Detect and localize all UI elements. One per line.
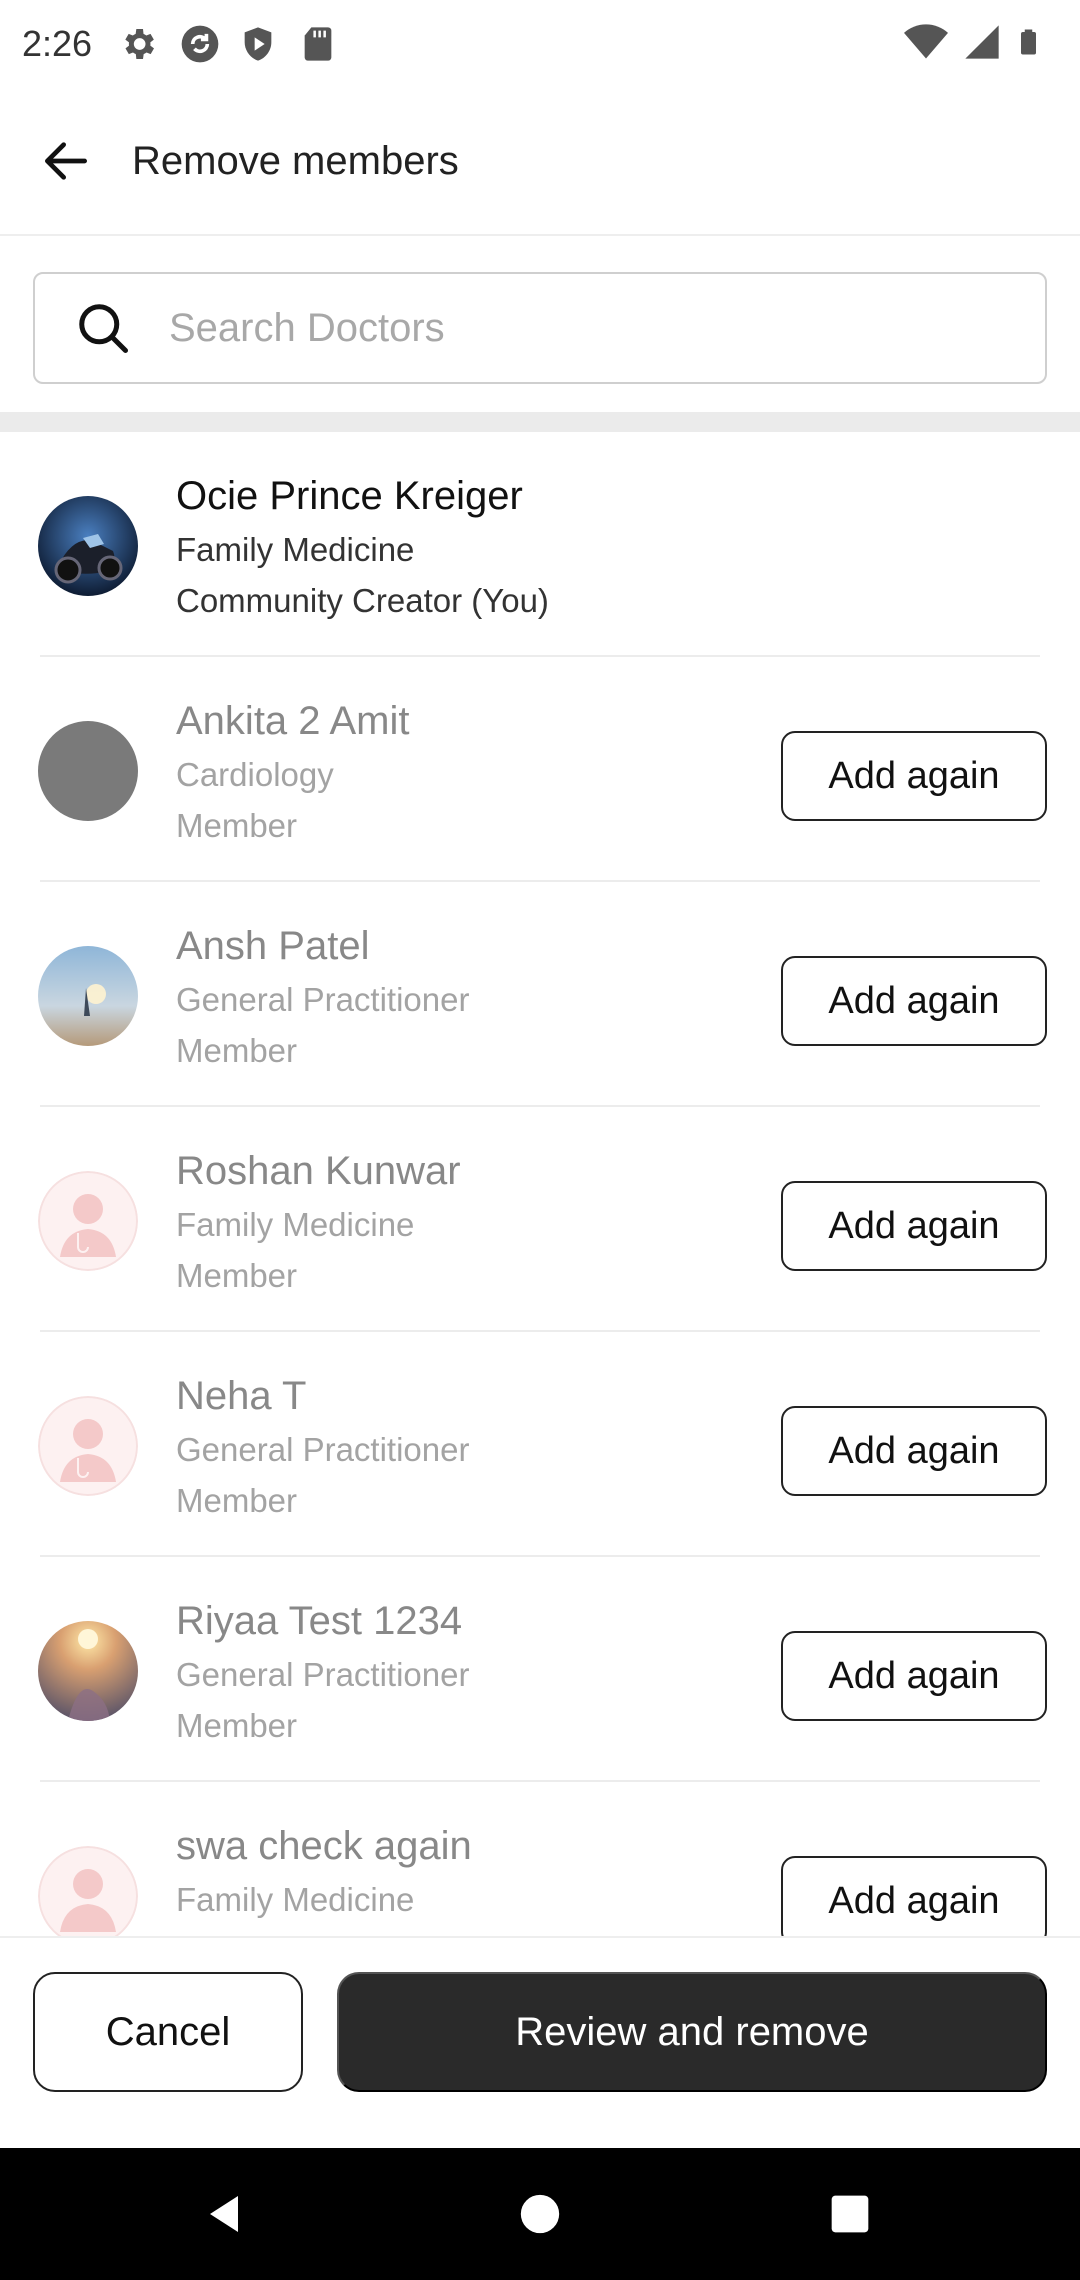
status-icons-left	[118, 22, 338, 66]
status-bar: 2:26	[0, 0, 1080, 88]
add-again-button[interactable]: Add again	[781, 1631, 1047, 1721]
sd-card-icon	[298, 22, 338, 66]
search-input[interactable]	[169, 305, 1009, 351]
nav-back-icon[interactable]	[190, 2178, 262, 2250]
member-specialty: Family Medicine	[176, 531, 415, 568]
wifi-icon	[904, 20, 948, 69]
member-name: swa check again	[176, 1824, 472, 1868]
member-name: Ocie Prince Kreiger	[176, 474, 523, 518]
footer-actions: Cancel Review and remove	[0, 1936, 1080, 2148]
search-icon	[79, 304, 128, 353]
review-and-remove-button[interactable]: Review and remove	[337, 1972, 1047, 2092]
add-again-button[interactable]: Add again	[781, 1181, 1047, 1271]
battery-icon	[1016, 20, 1046, 69]
member-row: Roshan Kunwar Family Medicine Member Add…	[0, 1107, 1080, 1332]
status-time: 2:26	[22, 23, 93, 64]
member-role: Community Creator (You)	[176, 582, 549, 619]
member-name: Ankita 2 Amit	[176, 699, 410, 743]
member-row: swa check again Family Medicine Add agai…	[0, 1782, 1080, 1936]
gear-icon	[118, 22, 158, 66]
member-specialty: Family Medicine	[176, 1881, 415, 1918]
member-specialty: Cardiology	[176, 756, 334, 793]
member-role: Member	[176, 1257, 298, 1294]
doctor-avatar-icon	[38, 1171, 138, 1271]
member-row: Ocie Prince Kreiger Family Medicine Comm…	[0, 432, 1080, 657]
member-specialty: General Practitioner	[176, 1656, 470, 1693]
add-again-button[interactable]: Add again	[781, 956, 1047, 1046]
member-specialty: General Practitioner	[176, 981, 470, 1018]
doctor-avatar-icon	[38, 1846, 138, 1936]
nav-recents-icon[interactable]	[814, 2178, 886, 2250]
signal-icon	[962, 20, 1002, 69]
section-divider	[0, 412, 1080, 432]
app-bar: Remove members	[0, 88, 1080, 236]
doctor-avatar-icon	[38, 1396, 138, 1496]
member-specialty: Family Medicine	[176, 1206, 415, 1243]
member-row: Ankita 2 Amit Cardiology Member Add agai…	[0, 657, 1080, 882]
shield-icon	[238, 22, 278, 66]
nav-home-icon[interactable]	[504, 2178, 576, 2250]
member-specialty: General Practitioner	[176, 1431, 470, 1468]
add-again-button[interactable]: Add again	[781, 1856, 1047, 1936]
status-icons-right	[904, 20, 1046, 69]
member-role: Member	[176, 1482, 298, 1519]
member-row: Ansh Patel General Practitioner Member A…	[0, 882, 1080, 1107]
back-button[interactable]	[26, 121, 106, 201]
avatar	[38, 496, 138, 596]
member-role: Member	[176, 1032, 298, 1069]
avatar	[38, 721, 138, 821]
search-box[interactable]	[33, 272, 1047, 384]
add-again-button[interactable]: Add again	[781, 731, 1047, 821]
member-role: Member	[176, 807, 298, 844]
sync-icon	[178, 22, 219, 66]
avatar	[38, 946, 138, 1046]
system-nav-bar	[0, 2148, 1080, 2280]
add-again-button[interactable]: Add again	[781, 1406, 1047, 1496]
member-row: Neha T General Practitioner Member Add a…	[0, 1332, 1080, 1557]
member-role: Member	[176, 1707, 298, 1744]
member-name: Riyaa Test 1234	[176, 1599, 463, 1643]
avatar	[38, 1621, 138, 1721]
member-row: Riyaa Test 1234 General Practitioner Mem…	[0, 1557, 1080, 1782]
member-name: Neha T	[176, 1374, 307, 1418]
cancel-button[interactable]: Cancel	[33, 1972, 303, 2092]
arrow-left-icon	[45, 142, 87, 180]
member-name: Roshan Kunwar	[176, 1149, 461, 1193]
member-name: Ansh Patel	[176, 924, 370, 968]
page-title: Remove members	[132, 138, 459, 183]
member-list[interactable]: Ocie Prince Kreiger Family Medicine Comm…	[0, 432, 1080, 1936]
